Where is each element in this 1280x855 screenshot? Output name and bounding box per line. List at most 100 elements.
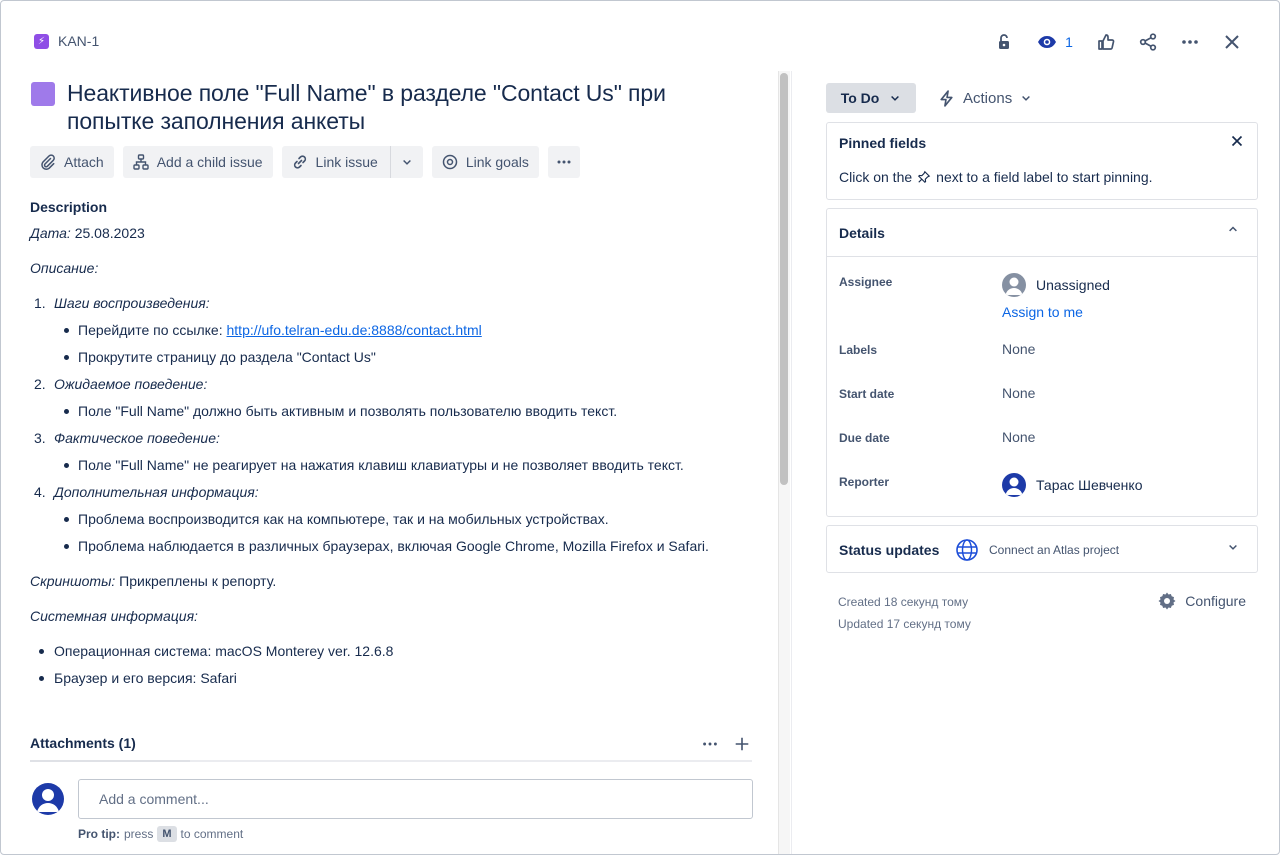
- list-item-text: Прокрутите страницу до раздела "Contact …: [78, 349, 376, 365]
- step-sublist: Проблема воспроизводится как на компьюте…: [54, 509, 750, 556]
- step-label: Фактическое поведение:: [54, 430, 220, 446]
- expand-status-updates-button[interactable]: [1227, 541, 1239, 556]
- attach-button[interactable]: Attach: [30, 146, 114, 178]
- details-heading[interactable]: Details: [839, 225, 885, 241]
- comment-input[interactable]: Add a comment...: [78, 779, 753, 819]
- step-label: Ожидаемое поведение:: [54, 376, 208, 392]
- step-number: 2.: [34, 376, 46, 392]
- paperclip-icon: [41, 154, 55, 170]
- status-dropdown[interactable]: To Do: [826, 83, 916, 113]
- link-issue-button[interactable]: Link issue: [282, 146, 391, 178]
- link-issue-label: Link issue: [315, 154, 378, 170]
- add-icon[interactable]: [733, 735, 751, 753]
- labels-value[interactable]: None: [1002, 341, 1035, 357]
- steps-list: 1. Шаги воспроизведения: Перейдите по сс…: [30, 293, 750, 556]
- chevron-up-icon: [1229, 226, 1237, 232]
- details-divider: [827, 256, 1257, 257]
- chevron-down-icon: [1022, 95, 1031, 101]
- issue-type-icon[interactable]: [31, 82, 55, 106]
- close-icon: [1231, 135, 1243, 147]
- pro-tip-post: to comment: [180, 827, 244, 841]
- issue-title-row: Неактивное поле "Full Name" в разделе "C…: [31, 79, 731, 135]
- sysinfo-list: Операционная система: macOS Monterey ver…: [30, 641, 750, 688]
- collapse-details-button[interactable]: [1227, 223, 1239, 238]
- updated-timestamp: Updated 17 секунд тому: [838, 617, 971, 631]
- chevron-down-icon: [1229, 544, 1237, 550]
- status-label: To Do: [840, 90, 880, 106]
- assignee-value[interactable]: Unassigned: [1002, 273, 1110, 297]
- step-item: 4. Дополнительная информация: Проблема в…: [30, 482, 750, 556]
- step-item: 3. Фактическое поведение: Поле "Full Nam…: [30, 428, 750, 475]
- description-label: Описание:: [30, 260, 99, 276]
- close-button[interactable]: [1211, 27, 1253, 57]
- link-goals-label: Link goals: [465, 154, 529, 170]
- gear-icon: [1158, 592, 1176, 610]
- link-issue-dropdown-button[interactable]: [391, 146, 423, 178]
- list-item: Поле "Full Name" не реагирует на нажатия…: [54, 455, 750, 475]
- screenshots-label: Скриншоты:: [30, 573, 116, 589]
- restrictions-button[interactable]: [983, 27, 1025, 57]
- pinned-fields-heading: Pinned fields: [839, 135, 927, 151]
- add-child-issue-button[interactable]: Add a child issue: [122, 146, 273, 178]
- contact-page-link[interactable]: http://ufo.telran-edu.de:8888/contact.ht…: [227, 322, 482, 338]
- connect-atlas-link[interactable]: Connect an Atlas project: [955, 538, 1119, 562]
- step-sublist: Поле "Full Name" должно быть активным и …: [54, 401, 750, 421]
- dismiss-pinned-button[interactable]: [1231, 134, 1243, 152]
- issue-main-panel: Неактивное поле "Full Name" в разделе "C…: [1, 71, 791, 854]
- step-number: 1.: [34, 295, 46, 311]
- date-line: Дата: 25.08.2023: [30, 223, 750, 243]
- issue-key-link[interactable]: ⚡ KAN-1: [34, 33, 99, 49]
- target-icon: [442, 154, 458, 170]
- list-item: Операционная система: macOS Monterey ver…: [30, 641, 750, 661]
- avatar: [32, 783, 64, 815]
- share-button[interactable]: [1127, 27, 1169, 57]
- labels-label: Labels: [839, 343, 878, 357]
- link-goals-button[interactable]: Link goals: [431, 146, 539, 178]
- panel-divider: [791, 71, 792, 854]
- share-icon: [1139, 33, 1157, 51]
- step-label: Шаги воспроизведения:: [54, 295, 210, 311]
- step-item: 1. Шаги воспроизведения: Перейдите по сс…: [30, 293, 750, 367]
- assignee-name: Unassigned: [1036, 277, 1110, 293]
- vote-button[interactable]: [1085, 27, 1127, 57]
- list-item-text: Поле "Full Name" должно быть активным и …: [78, 403, 618, 419]
- start-date-value[interactable]: None: [1002, 385, 1035, 401]
- actions-button[interactable]: Actions: [930, 83, 1040, 113]
- date-value: 25.08.2023: [70, 225, 145, 241]
- thumbs-up-icon: [1098, 34, 1115, 50]
- step-item: 2. Ожидаемое поведение: Поле "Full Name"…: [30, 374, 750, 421]
- list-item-text: Проблема воспроизводится как на компьюте…: [78, 511, 609, 527]
- step-number: 3.: [34, 430, 46, 446]
- assign-to-me-link[interactable]: Assign to me: [1002, 304, 1083, 320]
- keyboard-shortcut-key: M: [157, 826, 177, 842]
- issue-title[interactable]: Неактивное поле "Full Name" в разделе "C…: [67, 79, 731, 135]
- close-icon: [1225, 35, 1239, 49]
- description-body[interactable]: Дата: 25.08.2023 Описание: 1. Шаги воспр…: [30, 223, 750, 695]
- user-avatar-icon: [37, 789, 59, 812]
- status-updates-card[interactable]: Status updates Connect an Atlas project: [826, 525, 1258, 573]
- list-item: Перейдите по ссылке: http://ufo.telran-e…: [54, 320, 750, 340]
- description-label-line: Описание:: [30, 258, 750, 278]
- more-horizontal-icon[interactable]: [701, 735, 719, 753]
- step-sublist: Поле "Full Name" не реагирует на нажатия…: [54, 455, 750, 475]
- scrollbar-thumb[interactable]: [780, 73, 788, 485]
- unlock-icon: [999, 34, 1009, 49]
- avatar: [1002, 473, 1026, 497]
- more-actions-button[interactable]: [1169, 27, 1211, 57]
- connect-atlas-label: Connect an Atlas project: [989, 543, 1120, 557]
- configure-button[interactable]: Configure: [1157, 591, 1246, 611]
- reporter-value[interactable]: Тарас Шевченко: [1002, 473, 1142, 497]
- list-item-text: Перейдите по ссылке:: [78, 322, 227, 338]
- eye-icon: [1038, 36, 1057, 48]
- issue-timestamps: Created 18 секунд тому Updated 17 секунд…: [838, 591, 971, 635]
- add-child-issue-label: Add a child issue: [156, 154, 263, 170]
- toolbar-more-button[interactable]: [547, 146, 580, 178]
- watch-button[interactable]: 1: [1025, 27, 1085, 57]
- watch-count: 1: [1065, 34, 1073, 50]
- sysinfo-label-line: Системная информация:: [30, 606, 750, 626]
- actions-label: Actions: [963, 89, 1013, 107]
- link-icon: [293, 155, 306, 169]
- list-item: Проблема воспроизводится как на компьюте…: [54, 509, 750, 529]
- due-date-value[interactable]: None: [1002, 429, 1035, 445]
- user-avatar-icon: [1005, 477, 1023, 495]
